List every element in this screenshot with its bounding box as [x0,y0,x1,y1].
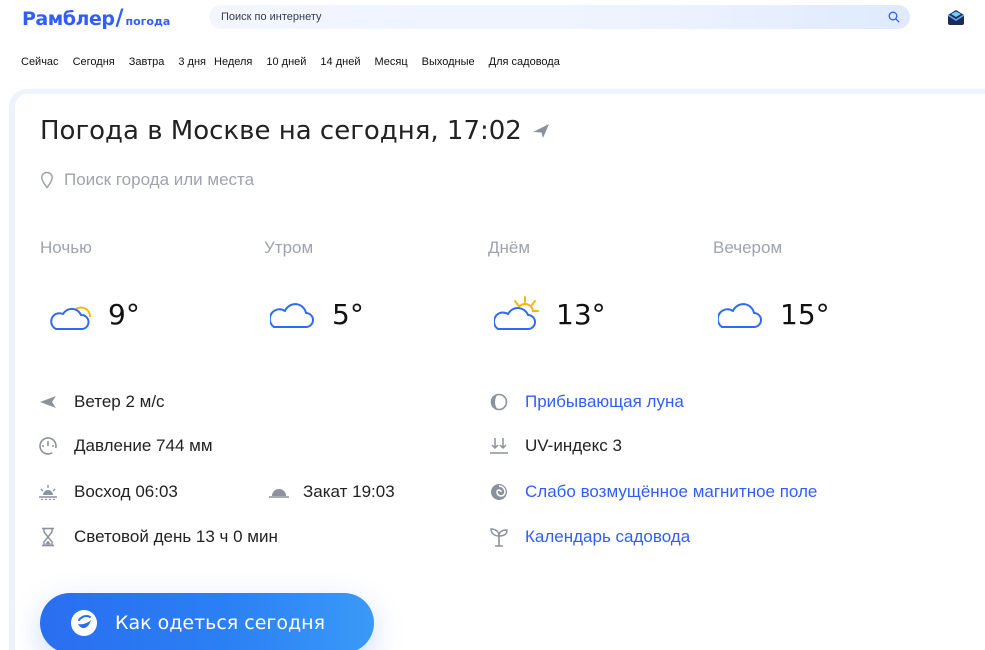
rambler-logo[interactable]: Рамблер / погода [22,6,170,31]
cloud-icon [270,303,314,328]
what-to-wear-label: Как одеться сегодня [115,612,326,634]
sunset-info: Закат 19:03 [268,482,395,502]
wind-text: Ветер 2 м/с [74,392,165,411]
nav-item-gardener[interactable]: Для садовода [489,56,560,68]
logo-main-text: Рамблер [22,8,115,30]
temp-evening: 15° [780,297,830,331]
moon-phase-icon [490,393,508,411]
logo-slash: / [115,6,124,31]
period-morning: 5° [270,295,364,333]
wind-direction-icon [40,396,56,408]
city-search [40,170,364,190]
garden-calendar-link[interactable]: Календарь садовода [525,527,690,547]
sunset-text: Закат 19:03 [303,482,395,501]
search-bar [209,5,910,29]
location-pin-icon [41,171,53,189]
partly-cloudy-night-icon [50,306,91,330]
daylight-info: Световой день 13 ч 0 мин [37,527,278,547]
hourglass-icon [42,527,54,547]
search-button[interactable] [884,7,904,27]
search-input[interactable] [221,8,861,26]
period-label-day: Днём [488,238,531,257]
nav-item-now[interactable]: Сейчас [21,56,59,68]
wind-info: Ветер 2 м/с [37,392,165,412]
logo-sub-text: погода [125,15,171,28]
page-title-text: Погода в Москве на сегодня, 17:02 [40,116,522,146]
temp-morning: 5° [332,297,364,331]
city-search-input[interactable] [64,170,364,190]
sprout-icon [490,528,508,547]
period-night: 9° [46,295,140,333]
what-to-wear-button[interactable]: Как одеться сегодня [40,593,374,650]
page-title: Погода в Москве на сегодня, 17:02 [40,116,550,146]
temp-day: 13° [556,297,606,331]
nav-item-3-days[interactable]: 3 дня [178,56,206,68]
sunrise-info: Восход 06:03 [37,482,178,502]
pressure-gauge-icon [39,437,57,455]
cloud-icon [718,303,762,328]
nav-item-tomorrow[interactable]: Завтра [129,56,165,68]
sunset-icon [269,489,289,498]
mail-icon[interactable] [946,8,966,26]
magnetic-storm-icon [491,484,507,500]
sunrise-icon [39,485,57,500]
period-label-morning: Утром [264,238,314,257]
pressure-info: Давление 744 мм [37,436,213,456]
daylight-text: Световой день 13 ч 0 мин [74,527,278,546]
moon-link[interactable]: Прибывающая луна [525,392,684,412]
nav-item-month[interactable]: Месяц [374,56,407,68]
sunrise-text: Восход 06:03 [74,482,178,501]
partly-sunny-icon [494,296,539,330]
magnetic-info[interactable]: Слабо возмущённое магнитное поле [488,482,817,502]
nav-item-14-days[interactable]: 14 дней [320,56,360,68]
nav-item-today[interactable]: Сегодня [73,56,115,68]
clothing-advice-icon [71,610,97,636]
nav-item-10-days[interactable]: 10 дней [266,56,306,68]
location-arrow-icon[interactable] [532,123,550,139]
moon-info[interactable]: Прибывающая луна [488,392,684,412]
period-label-evening: Вечером [713,238,783,257]
nav-item-weekend[interactable]: Выходные [422,56,475,68]
temp-night: 9° [108,297,140,331]
search-icon [888,11,900,23]
nav-item-week[interactable]: Неделя [214,56,252,68]
period-day: 13° [494,295,606,333]
uv-index-icon [490,438,508,454]
uv-text: UV-индекс 3 [525,436,622,455]
top-bar: Рамблер / погода [0,0,985,36]
period-label-night: Ночью [40,238,92,257]
period-evening: 15° [718,295,830,333]
period-nav: Сейчас Сегодня Завтра 3 дня Неделя 10 дн… [21,56,574,68]
magnetic-link[interactable]: Слабо возмущённое магнитное поле [525,482,817,502]
uv-info: UV-индекс 3 [488,436,622,456]
pressure-text: Давление 744 мм [74,436,213,455]
garden-info[interactable]: Календарь садовода [488,527,690,547]
